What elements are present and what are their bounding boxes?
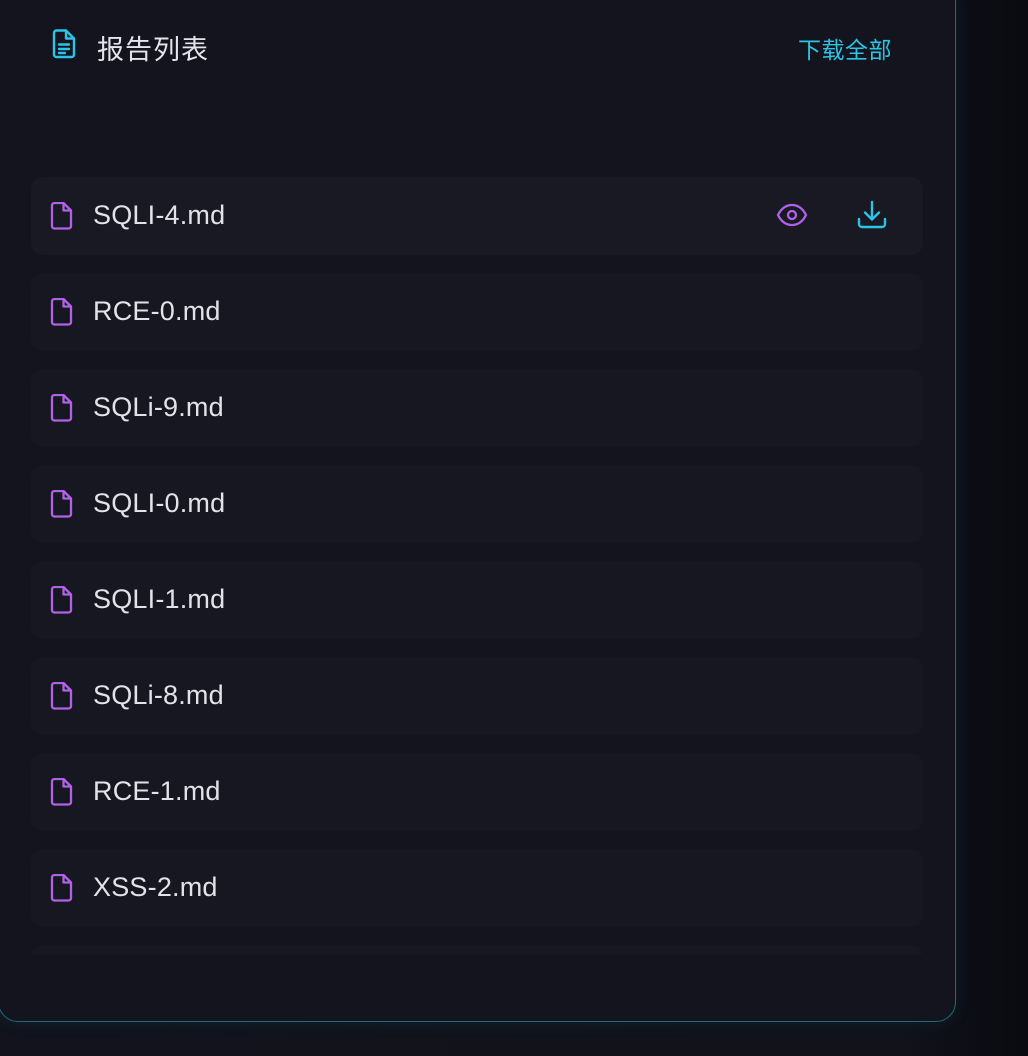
file-icon — [49, 297, 75, 326]
panel-title: 报告列表 — [97, 35, 209, 66]
report-row[interactable]: SQLI-0.md — [31, 465, 923, 543]
report-list-panel: 报告列表 下载全部 SQLI-4.md RCE-0.md SQLi-9.md SQLI… — [0, 0, 956, 1022]
report-list[interactable]: SQLI-4.md RCE-0.md SQLi-9.md SQLI-0.md SQLI-… — [31, 177, 923, 954]
report-file-name: XSS-2.md — [93, 872, 218, 902]
view-report-button[interactable] — [775, 198, 809, 232]
report-row[interactable]: SQLi-8.md — [31, 657, 923, 735]
report-row[interactable]: SQLI-4.md — [31, 177, 923, 255]
report-file-name: SQLi-8.md — [93, 680, 224, 710]
report-row[interactable]: SQLi-9.md — [31, 369, 923, 447]
download-icon — [857, 200, 887, 229]
report-row[interactable]: XSS-2.md — [31, 849, 923, 927]
report-row[interactable]: RCE-0.md — [31, 273, 923, 351]
file-icon — [49, 873, 75, 902]
report-file-name: SQLi-9.md — [93, 392, 224, 422]
report-file-name: RCE-1.md — [93, 776, 221, 806]
panel-header: 报告列表 下载全部 — [0, 1, 955, 91]
report-row[interactable]: XSS-3.md — [31, 945, 923, 954]
document-text-icon — [51, 29, 77, 59]
file-icon — [49, 777, 75, 806]
download-all-button[interactable]: 下载全部 — [798, 31, 892, 65]
eye-icon — [776, 203, 808, 227]
file-icon — [49, 489, 75, 518]
report-file-name: SQLI-1.md — [93, 584, 226, 614]
file-icon — [49, 201, 75, 230]
report-row[interactable]: SQLI-1.md — [31, 561, 923, 639]
report-file-name: SQLI-4.md — [93, 200, 226, 230]
file-icon — [49, 681, 75, 710]
file-icon — [49, 585, 75, 614]
download-report-button[interactable] — [855, 198, 889, 232]
file-icon — [49, 393, 75, 422]
report-file-name: SQLI-0.md — [93, 488, 226, 518]
report-file-name: RCE-0.md — [93, 296, 221, 326]
report-row[interactable]: RCE-1.md — [31, 753, 923, 831]
